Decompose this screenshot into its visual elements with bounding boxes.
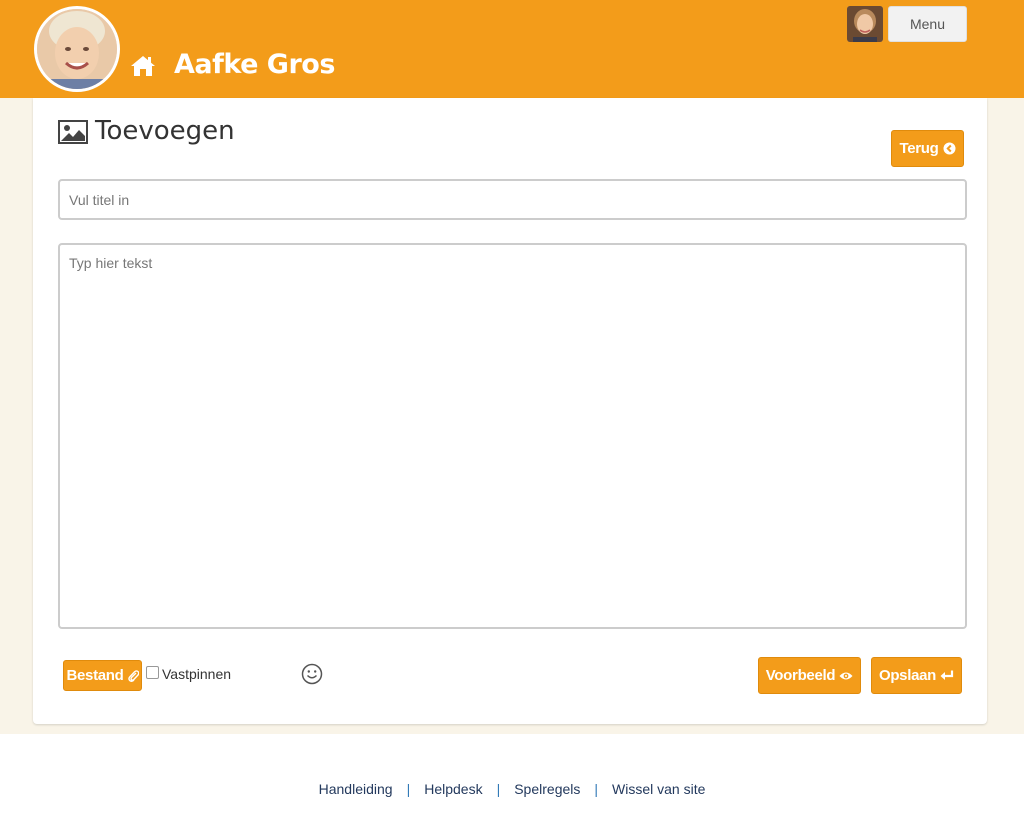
footer-link-rules[interactable]: Spelregels xyxy=(514,781,580,797)
smiley-icon[interactable] xyxy=(301,663,323,685)
back-button-label: Terug xyxy=(899,140,939,157)
footer-separator: | xyxy=(406,781,411,797)
preview-button-label: Voorbeeld xyxy=(765,667,836,684)
save-button[interactable]: Opslaan xyxy=(871,657,962,694)
footer-link-helpdesk[interactable]: Helpdesk xyxy=(424,781,482,797)
footer-links: Handleiding | Helpdesk | Spelregels | Wissel v… xyxy=(0,781,1024,797)
chevron-left-circle-icon xyxy=(943,142,956,155)
header-bar: Aafke Gros Menu xyxy=(0,0,1024,98)
enter-arrow-icon xyxy=(940,670,954,680)
footer-separator: | xyxy=(594,781,599,797)
home-icon[interactable] xyxy=(130,54,156,78)
user-avatar[interactable] xyxy=(847,6,883,42)
preview-button[interactable]: Voorbeeld xyxy=(758,657,861,694)
file-button[interactable]: Bestand xyxy=(63,660,142,691)
site-title[interactable]: Aafke Gros xyxy=(174,49,335,80)
eye-icon xyxy=(839,672,853,679)
picture-icon xyxy=(58,120,88,144)
footer-separator: | xyxy=(496,781,501,797)
body-textarea[interactable] xyxy=(58,243,967,629)
menu-button[interactable]: Menu xyxy=(888,6,967,42)
save-button-label: Opslaan xyxy=(878,667,937,684)
back-button[interactable]: Terug xyxy=(891,130,964,167)
paperclip-icon xyxy=(127,670,139,682)
footer-link-manual[interactable]: Handleiding xyxy=(319,781,393,797)
profile-avatar[interactable] xyxy=(34,6,120,92)
pin-checkbox[interactable] xyxy=(146,666,159,679)
footer-link-switch-site[interactable]: Wissel van site xyxy=(612,781,705,797)
title-input[interactable] xyxy=(58,179,967,220)
file-button-label: Bestand xyxy=(66,667,124,684)
page-title: Toevoegen xyxy=(95,116,235,146)
pin-label[interactable]: Vastpinnen xyxy=(162,666,231,682)
